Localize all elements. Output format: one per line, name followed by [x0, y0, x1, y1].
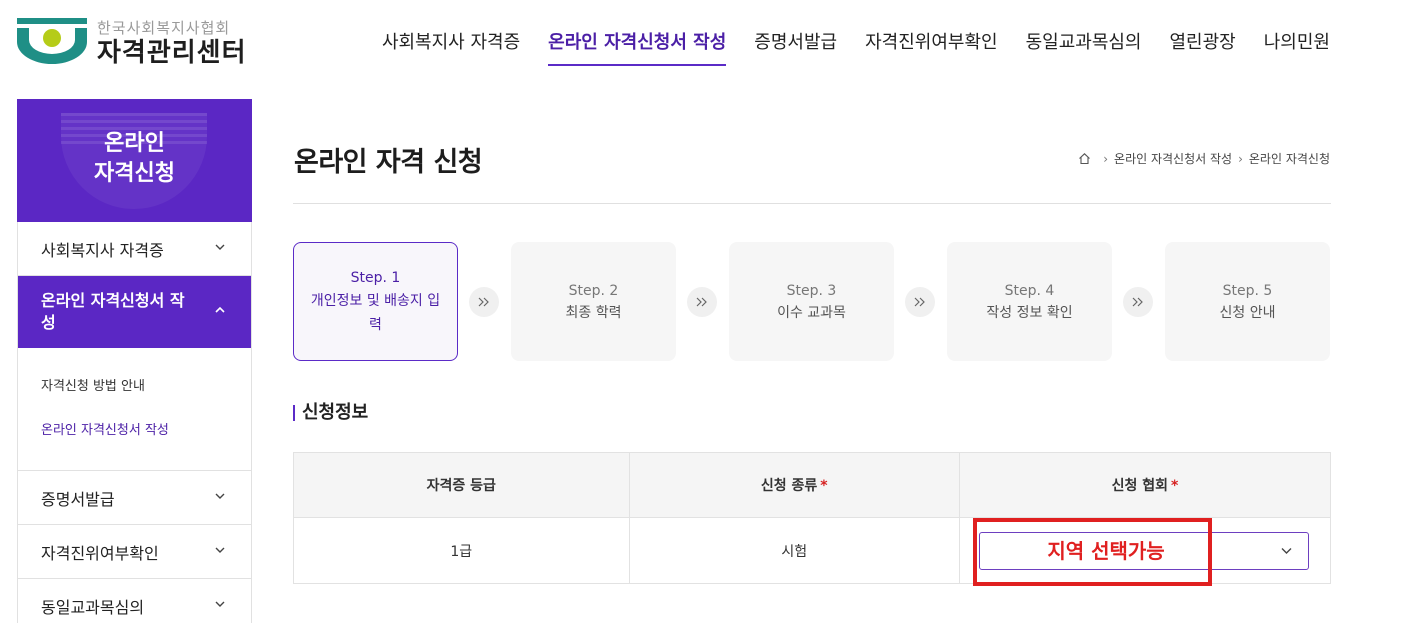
step-label: 이수 교과목: [777, 304, 846, 321]
step-number: Step. 1: [350, 269, 401, 286]
nav-item-course-review[interactable]: 동일교과목심의: [1026, 0, 1142, 90]
step-3: Step. 3 이수 교과목: [729, 242, 894, 361]
required-mark: *: [820, 478, 828, 494]
nav-item-my-requests[interactable]: 나의민원: [1264, 0, 1330, 90]
annotation-text: 지역 선택가능: [1047, 539, 1165, 563]
step-number: Step. 4: [1004, 282, 1055, 299]
column-header-label: 자격증 등급: [426, 478, 496, 494]
page-title: 온라인 자격 신청: [294, 147, 483, 178]
double-chevron-right-icon: [469, 287, 499, 317]
sidebar-subitem-online-application[interactable]: 온라인 자격신청서 작성: [41, 412, 251, 456]
column-header-grade: 자격증 등급: [293, 452, 630, 518]
column-header-label: 신청 협회: [1111, 478, 1169, 494]
breadcrumb-separator-icon: ›: [1238, 151, 1243, 166]
column-header-association: 신청 협회 *: [959, 452, 1331, 518]
nav-item-online-application[interactable]: 온라인 자격신청서 작성: [548, 0, 727, 90]
nav-item-certificate[interactable]: 사회복지사 자격증: [382, 0, 520, 90]
chevron-down-icon: [215, 244, 225, 250]
site-logo[interactable]: 한국사회복지사협회 자격관리센터: [17, 16, 257, 68]
sidebar-item-course-review[interactable]: 동일교과목심의: [18, 579, 251, 623]
sidebar-menu: 사회복지사 자격증 온라인 자격신청서 작성 자격신청 방법 안내 온라인 자격…: [17, 222, 252, 623]
sidebar-item-document-issue[interactable]: 증명서발급: [18, 471, 251, 525]
sidebar-header: 온라인 자격신청: [17, 99, 252, 222]
step-2: Step. 2 최종 학력: [511, 242, 676, 361]
chevron-down-icon: [1281, 547, 1292, 554]
nav-item-open-square[interactable]: 열린광장: [1170, 0, 1236, 90]
step-number: Step. 3: [786, 282, 837, 299]
sidebar-submenu: 자격신청 방법 안내 온라인 자격신청서 작성: [18, 348, 251, 471]
step-1: Step. 1 개인정보 및 배송지 입력: [293, 242, 458, 361]
sidebar-title: 온라인 자격신청: [17, 129, 252, 189]
step-label: 최종 학력: [565, 304, 622, 321]
double-chevron-right-icon: [905, 287, 935, 317]
sidebar-item-certificate[interactable]: 사회복지사 자격증: [18, 222, 251, 276]
chevron-down-icon: [215, 547, 225, 553]
sidebar-item-verification[interactable]: 자격진위여부확인: [18, 525, 251, 579]
chevron-down-icon: [215, 601, 225, 607]
sidebar-item-label: 자격진위여부확인: [41, 543, 159, 563]
column-header-type: 신청 종류 *: [628, 452, 961, 518]
breadcrumb-separator-icon: ›: [1103, 151, 1109, 166]
breadcrumb-item[interactable]: 온라인 자격신청서 작성: [1114, 150, 1232, 167]
column-header-label: 신청 종류: [760, 478, 818, 494]
sidebar-item-label: 사회복지사 자격증: [41, 240, 164, 260]
step-4: Step. 4 작성 정보 확인: [947, 242, 1112, 361]
home-icon[interactable]: [1078, 152, 1091, 165]
step-indicator: Step. 1 개인정보 및 배송지 입력 Step. 2 최종 학력 Step…: [293, 242, 1331, 361]
chevron-down-icon: [215, 493, 225, 499]
sidebar-item-online-application[interactable]: 온라인 자격신청서 작성: [18, 276, 251, 348]
double-chevron-right-icon: [1123, 287, 1153, 317]
title-divider: [293, 203, 1331, 204]
nav-item-verification[interactable]: 자격진위여부확인: [865, 0, 997, 90]
section-title: 신청정보: [293, 402, 368, 424]
sidebar-item-label: 온라인 자격신청서 작성: [41, 291, 185, 332]
main-navigation: 사회복지사 자격증 온라인 자격신청서 작성 증명서발급 자격진위여부확인 동일…: [382, 0, 1330, 90]
logo-title: 자격관리센터: [97, 38, 247, 68]
step-label: 개인정보 및 배송지 입력: [310, 292, 441, 333]
sidebar-item-label: 증명서발급: [41, 489, 115, 509]
sidebar-subitem-guide[interactable]: 자격신청 방법 안내: [41, 368, 251, 412]
breadcrumb: › 온라인 자격신청서 작성 › 온라인 자격신청: [1078, 150, 1330, 167]
step-5: Step. 5 신청 안내: [1165, 242, 1330, 361]
sidebar-item-label: 동일교과목심의: [41, 597, 145, 617]
breadcrumb-item-current: 온라인 자격신청: [1248, 152, 1330, 166]
logo-mark-icon: [17, 18, 87, 64]
chevron-up-icon: [215, 306, 225, 313]
sidebar-title-line1: 온라인: [104, 131, 165, 156]
step-number: Step. 2: [568, 282, 619, 299]
cell-grade: 1급: [293, 517, 630, 584]
table-header-row: 자격증 등급 신청 종류 * 신청 협회 *: [293, 452, 1331, 518]
double-chevron-right-icon: [687, 287, 717, 317]
step-number: Step. 5: [1222, 282, 1273, 299]
nav-item-document-issue[interactable]: 증명서발급: [754, 0, 837, 90]
sidebar-title-line2: 자격신청: [94, 161, 175, 186]
step-label: 작성 정보 확인: [986, 304, 1073, 321]
required-mark: *: [1171, 478, 1179, 494]
cell-type: 시험: [628, 517, 961, 584]
step-label: 신청 안내: [1219, 304, 1276, 321]
